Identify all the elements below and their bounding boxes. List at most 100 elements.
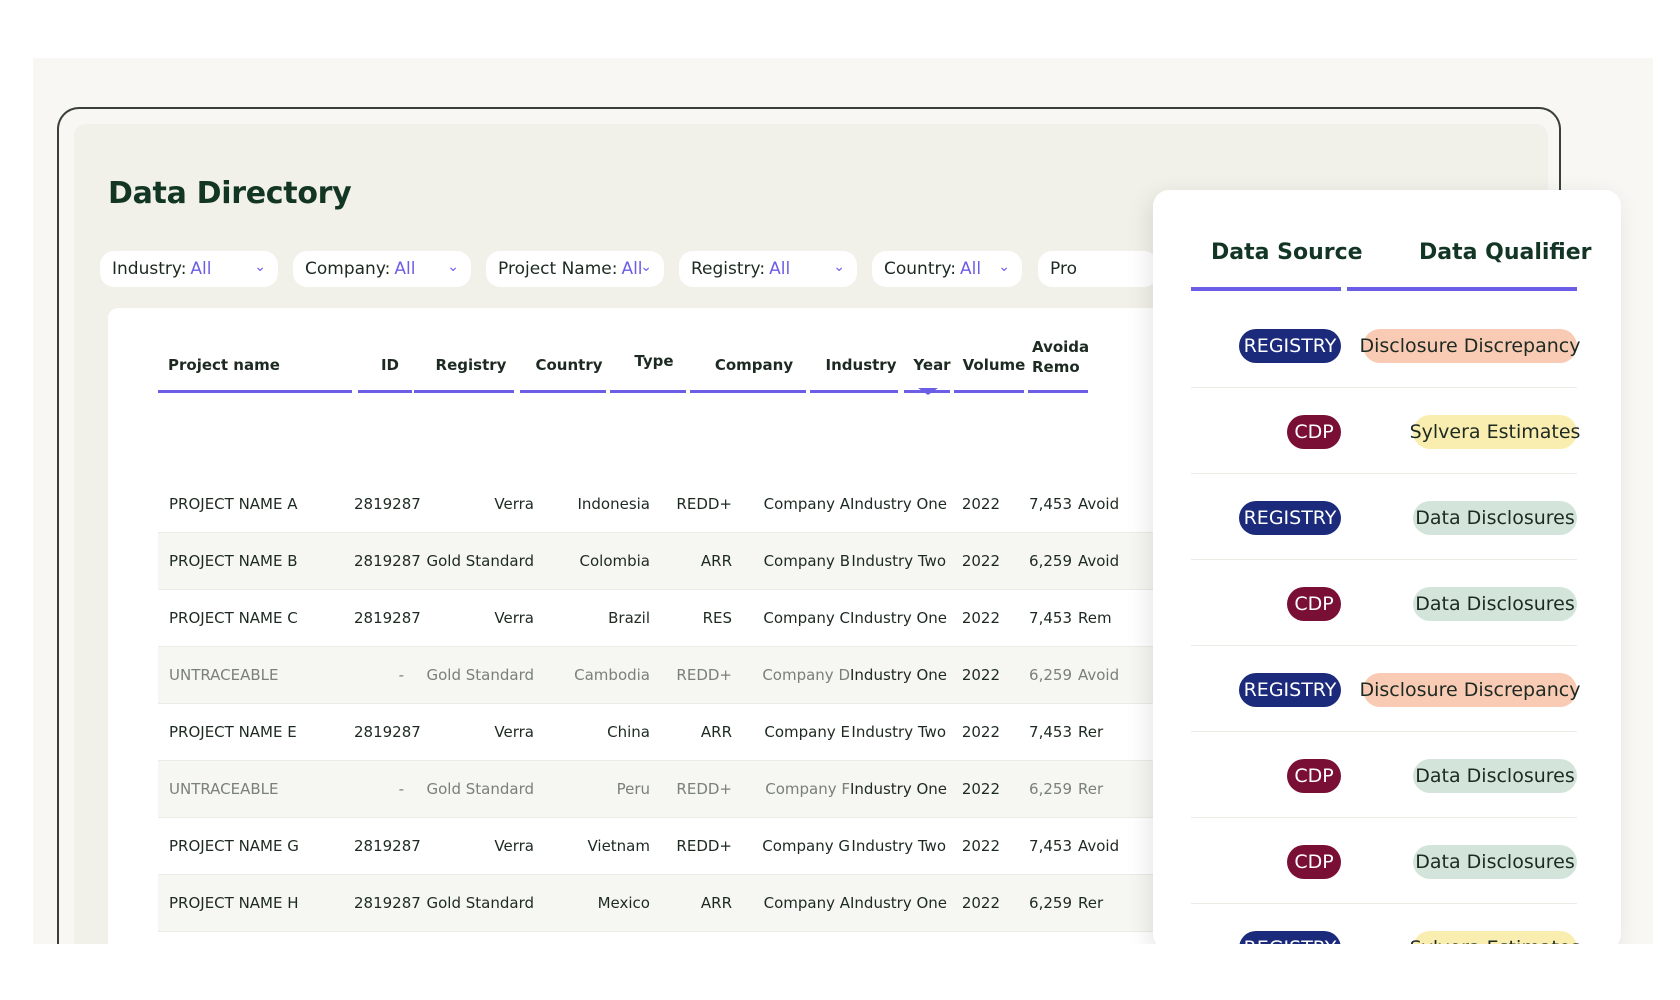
data-disclosures-badge[interactable]: Data Disclosures (1413, 845, 1577, 879)
cell-name: PROJECT NAME G (169, 837, 299, 855)
filter-dropdown-1[interactable]: Company: All ⌄ (293, 251, 471, 287)
column-underline-1 (358, 390, 412, 393)
table-row[interactable]: UNTRACEABLE - Gold Standard Cambodia REDD+ Co… (158, 647, 1218, 704)
cell-industry: Industry One (850, 609, 948, 627)
cdp-badge[interactable]: CDP (1287, 587, 1341, 621)
filter-value: All (960, 259, 982, 279)
chevron-down-icon: ⌄ (447, 259, 459, 275)
table-row[interactable]: PROJECT NAME E 2819287 Verra China ARR Compan… (158, 704, 1218, 761)
column-header-7[interactable]: Year (908, 356, 956, 374)
cell-industry: Industry One (850, 780, 948, 798)
page-title: Data Directory (108, 176, 352, 211)
data-source-header: Data Source (1211, 240, 1363, 265)
cell-id: 2819287 (354, 552, 421, 570)
column-header-10[interactable]: Remo (1032, 358, 1080, 376)
cell-volume: 7,453 (1029, 609, 1072, 627)
cell-name: PROJECT NAME B (169, 552, 298, 570)
cell-country: Colombia (579, 552, 651, 570)
cell-industry: Industry Two (851, 552, 946, 570)
data-source-row: CDP Data Disclosures (1191, 560, 1577, 646)
sort-caret-icon[interactable] (918, 388, 938, 395)
cell-industry: Industry Two (851, 837, 946, 855)
filter-dropdown-0[interactable]: Industry: All ⌄ (100, 251, 278, 287)
column-header-4[interactable]: Type (614, 352, 694, 370)
disclosure-discrepancy-badge[interactable]: Disclosure Discrepancy (1360, 329, 1581, 363)
column-header-2[interactable]: Registry (418, 356, 524, 374)
table-row[interactable]: UNTRACEABLE-VerraMexicoREDD+Company BInd… (158, 932, 1218, 944)
cell-type: REDD+ (676, 495, 732, 513)
filter-dropdown-4[interactable]: Country: All ⌄ (872, 251, 1022, 287)
cell-type: ARR (700, 894, 732, 912)
chevron-down-icon: ⌄ (640, 259, 652, 275)
data-source-underline (1191, 287, 1341, 291)
cell-id: 2819287 (354, 609, 421, 627)
cell-type: REDD+ (676, 666, 732, 684)
table-row[interactable]: PROJECT NAME G 2819287 Verra Vietnam REDD+ Co… (158, 818, 1218, 875)
data-disclosures-badge[interactable]: Data Disclosures (1413, 501, 1577, 535)
column-underline-4 (610, 390, 686, 393)
disclosure-discrepancy-badge[interactable]: Disclosure Discrepancy (1360, 673, 1581, 707)
cell-id: - (398, 666, 404, 684)
table-row[interactable]: PROJECT NAME C 2819287 Verra Brazil RES Compa… (158, 590, 1218, 647)
data-disclosures-badge[interactable]: Data Disclosures (1413, 759, 1577, 793)
column-header-1[interactable]: ID (362, 356, 418, 374)
chevron-down-icon: ⌄ (833, 259, 845, 275)
data-disclosures-badge[interactable]: Data Disclosures (1413, 587, 1577, 621)
cell-company: Company D (762, 666, 850, 684)
filter-dropdown-5[interactable]: Pro (1038, 251, 1158, 287)
filter-value: All (394, 259, 416, 279)
cell-industry: Industry One (850, 666, 948, 684)
column-header-8[interactable]: Volume (956, 356, 1032, 374)
cell-country: Vietnam (587, 837, 650, 855)
filter-dropdown-2[interactable]: Project Name: All ⌄ (486, 251, 664, 287)
cell-year: 2022 (961, 666, 1000, 684)
cell-registry: Verra (494, 837, 534, 855)
cell-volume: 7,453 (1029, 495, 1072, 513)
column-header-3[interactable]: Country (524, 356, 614, 374)
cell-registry: Gold Standard (426, 780, 535, 798)
cell-volume: 7,453 (1029, 837, 1072, 855)
column-underline-9 (1028, 390, 1088, 393)
cell-company: Company B (763, 552, 850, 570)
cdp-badge[interactable]: CDP (1287, 415, 1341, 449)
sylvera-estimates-badge[interactable]: Sylvera Estimates (1410, 415, 1580, 449)
filter-value: All (190, 259, 212, 279)
cell-type: ARR (700, 723, 732, 741)
cell-country: Peru (616, 780, 650, 798)
cell-country: Indonesia (577, 495, 650, 513)
table-row[interactable]: PROJECT NAME H 2819287 Gold Standard Mexico… (158, 875, 1218, 932)
data-source-row: CDP Data Disclosures (1191, 818, 1577, 904)
cell-registry: Gold Standard (426, 894, 535, 912)
data-source-row: CDP Sylvera Estimates (1191, 388, 1580, 474)
column-header-6[interactable]: Industry (814, 356, 908, 374)
cell-name: PROJECT NAME E (169, 723, 297, 741)
cell-volume: 7,453 (1029, 723, 1072, 741)
chevron-down-icon: ⌄ (998, 259, 1010, 275)
table-row[interactable]: PROJECT NAME B 2819287 Gold Standard Colomb… (158, 533, 1218, 590)
cell-company: Company F (765, 780, 850, 798)
filter-dropdown-3[interactable]: Registry: All ⌄ (679, 251, 857, 287)
column-header-9[interactable]: Avoida (1032, 338, 1092, 356)
cell-company: Company A (763, 495, 850, 513)
data-qualifier-underline (1347, 287, 1577, 291)
cell-volume: 6,259 (1029, 780, 1072, 798)
cell-year: 2022 (961, 780, 1000, 798)
registry-badge[interactable]: REGISTRY (1239, 673, 1341, 707)
stage: Data Directory Industry: All ⌄ Company: All ⌄… (0, 0, 1680, 1000)
column-underline-2 (414, 390, 514, 393)
column-header-5[interactable]: Company (694, 356, 814, 374)
cell-id: 2819287 (354, 894, 421, 912)
column-underline-8 (954, 390, 1024, 393)
table-row[interactable]: UNTRACEABLE - Gold Standard Peru REDD+ Compan… (158, 761, 1218, 818)
cell-company: Company E (764, 723, 850, 741)
cdp-badge[interactable]: CDP (1287, 845, 1341, 879)
cell-name: UNTRACEABLE (169, 666, 279, 684)
cdp-badge[interactable]: CDP (1287, 759, 1341, 793)
filter-label: Country: (884, 259, 957, 279)
cell-year: 2022 (961, 837, 1000, 855)
data-source-row: REGISTRY Data Disclosures (1191, 474, 1577, 560)
column-header-0[interactable]: Project name (168, 356, 362, 374)
registry-badge[interactable]: REGISTRY (1239, 501, 1341, 535)
registry-badge[interactable]: REGISTRY (1239, 329, 1341, 363)
table-row[interactable]: PROJECT NAME A 2819287 Verra Indonesia REDD+… (158, 476, 1218, 533)
